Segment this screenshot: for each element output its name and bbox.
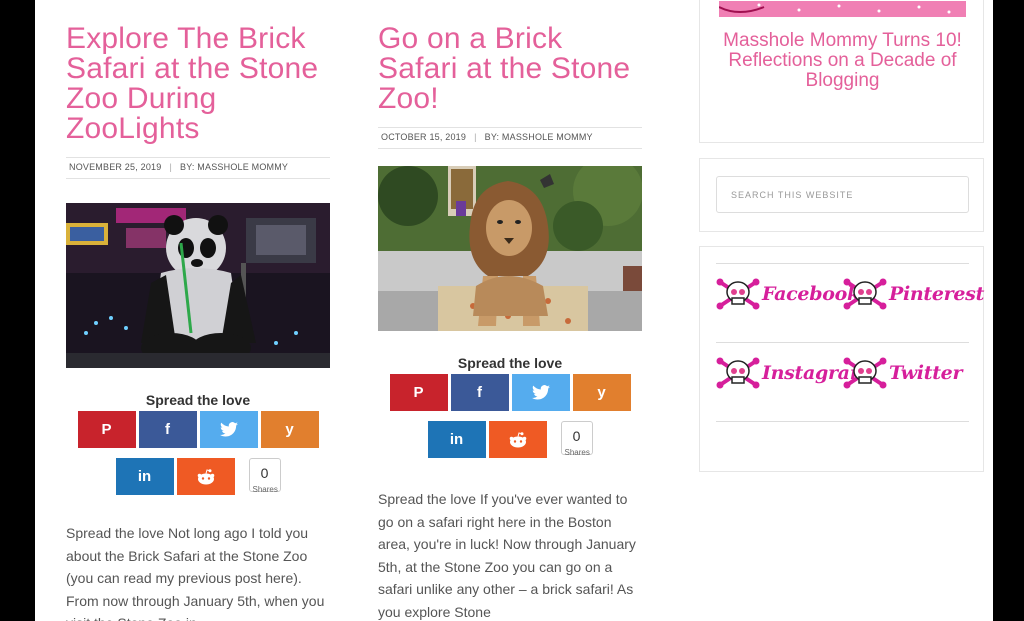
post-title[interactable]: Explore The Brick Safari at the Stone Zo… <box>66 24 330 144</box>
post-date: OCTOBER 15, 2019 <box>381 132 467 142</box>
post-date: NOVEMBER 25, 2019 <box>69 162 162 172</box>
share-count-number: 0 <box>260 465 269 481</box>
twitter-bird-icon <box>531 385 550 400</box>
pinterest-icon: P <box>101 421 112 438</box>
twitter-share-button[interactable] <box>199 411 258 448</box>
reddit-icon <box>509 431 526 447</box>
social-links-widget: Facebook Pinterest Instagram Twitter <box>699 246 984 472</box>
twitter-bird-icon <box>219 422 238 437</box>
facebook-share-button[interactable]: f <box>138 411 197 448</box>
share-count: 0 Shares <box>560 421 593 457</box>
facebook-link[interactable]: Facebook <box>716 278 860 310</box>
spread-the-love-title: Spread the love <box>457 355 563 371</box>
share-count-label: Shares <box>252 485 278 494</box>
skull-crossbones-icon <box>843 357 887 389</box>
facebook-icon: f <box>477 384 482 401</box>
meta-separator: | <box>169 162 172 172</box>
search-input[interactable] <box>716 176 969 213</box>
twitter-link-label: Twitter <box>889 362 963 384</box>
yummly-share-button[interactable]: y <box>260 411 319 448</box>
post-brick-safari: Go on a Brick Safari at the Stone Zoo! O… <box>378 0 642 621</box>
share-count-number: 0 <box>572 428 581 444</box>
share-row: in 0 Shares <box>66 458 330 495</box>
share-row: P f y <box>378 374 642 411</box>
search-widget <box>699 158 984 232</box>
post-meta: OCTOBER 15, 2019 | BY: MASSHOLE MOMMY <box>378 127 642 149</box>
post-author[interactable]: BY: MASSHOLE MOMMY <box>485 132 593 142</box>
facebook-share-button[interactable]: f <box>450 374 509 411</box>
featured-post-thumbnail[interactable] <box>719 1 966 17</box>
post-author[interactable]: BY: MASSHOLE MOMMY <box>180 162 288 172</box>
social-row: Instagram Twitter <box>716 342 969 421</box>
post-zoolights: Explore The Brick Safari at the Stone Zo… <box>66 0 330 621</box>
spread-the-love-title: Spread the love <box>145 392 251 408</box>
social-row: Facebook Pinterest <box>716 263 984 342</box>
share-count-label: Shares <box>564 448 590 457</box>
linkedin-icon: in <box>449 431 464 448</box>
share-count: 0 Shares <box>248 458 281 494</box>
yummly-share-button[interactable]: y <box>572 374 631 411</box>
divider <box>716 421 969 422</box>
linkedin-icon: in <box>137 468 152 485</box>
share-row: in 0 Shares <box>378 421 642 458</box>
twitter-link[interactable]: Twitter <box>843 357 962 389</box>
pinterest-link[interactable]: Pinterest <box>843 278 984 310</box>
featured-post-widget: Masshole Mommy Turns 10! Reflections on … <box>699 0 984 143</box>
skull-crossbones-icon <box>716 357 760 389</box>
twitter-share-button[interactable] <box>511 374 570 411</box>
linkedin-share-button[interactable]: in <box>115 458 174 495</box>
yummly-icon: y <box>597 384 606 401</box>
pinterest-share-button[interactable]: P <box>389 374 448 411</box>
share-row: P f y <box>66 411 330 448</box>
yummly-icon: y <box>285 421 294 438</box>
skull-crossbones-icon <box>843 278 887 310</box>
linkedin-share-button[interactable]: in <box>427 421 486 458</box>
featured-post-title[interactable]: Masshole Mommy Turns 10! Reflections on … <box>710 31 975 91</box>
post-title[interactable]: Go on a Brick Safari at the Stone Zoo! <box>378 24 642 114</box>
post-excerpt: Spread the love Not long ago I told you … <box>66 525 325 621</box>
reddit-share-button[interactable] <box>176 458 235 495</box>
reddit-share-button[interactable] <box>488 421 547 458</box>
pinterest-share-button[interactable]: P <box>77 411 136 448</box>
reddit-icon <box>197 468 214 484</box>
post-meta: NOVEMBER 25, 2019 | BY: MASSHOLE MOMMY <box>66 157 330 179</box>
post-image-lion[interactable] <box>378 166 642 331</box>
meta-separator: | <box>474 132 477 142</box>
pinterest-icon: P <box>413 384 424 401</box>
skull-crossbones-icon <box>716 278 760 310</box>
page: Explore The Brick Safari at the Stone Zo… <box>35 0 993 621</box>
facebook-icon: f <box>165 421 170 438</box>
post-image-panda[interactable] <box>66 203 330 368</box>
pinterest-link-label: Pinterest <box>889 283 985 305</box>
post-excerpt: Spread the love If you've ever wanted to… <box>378 491 636 620</box>
